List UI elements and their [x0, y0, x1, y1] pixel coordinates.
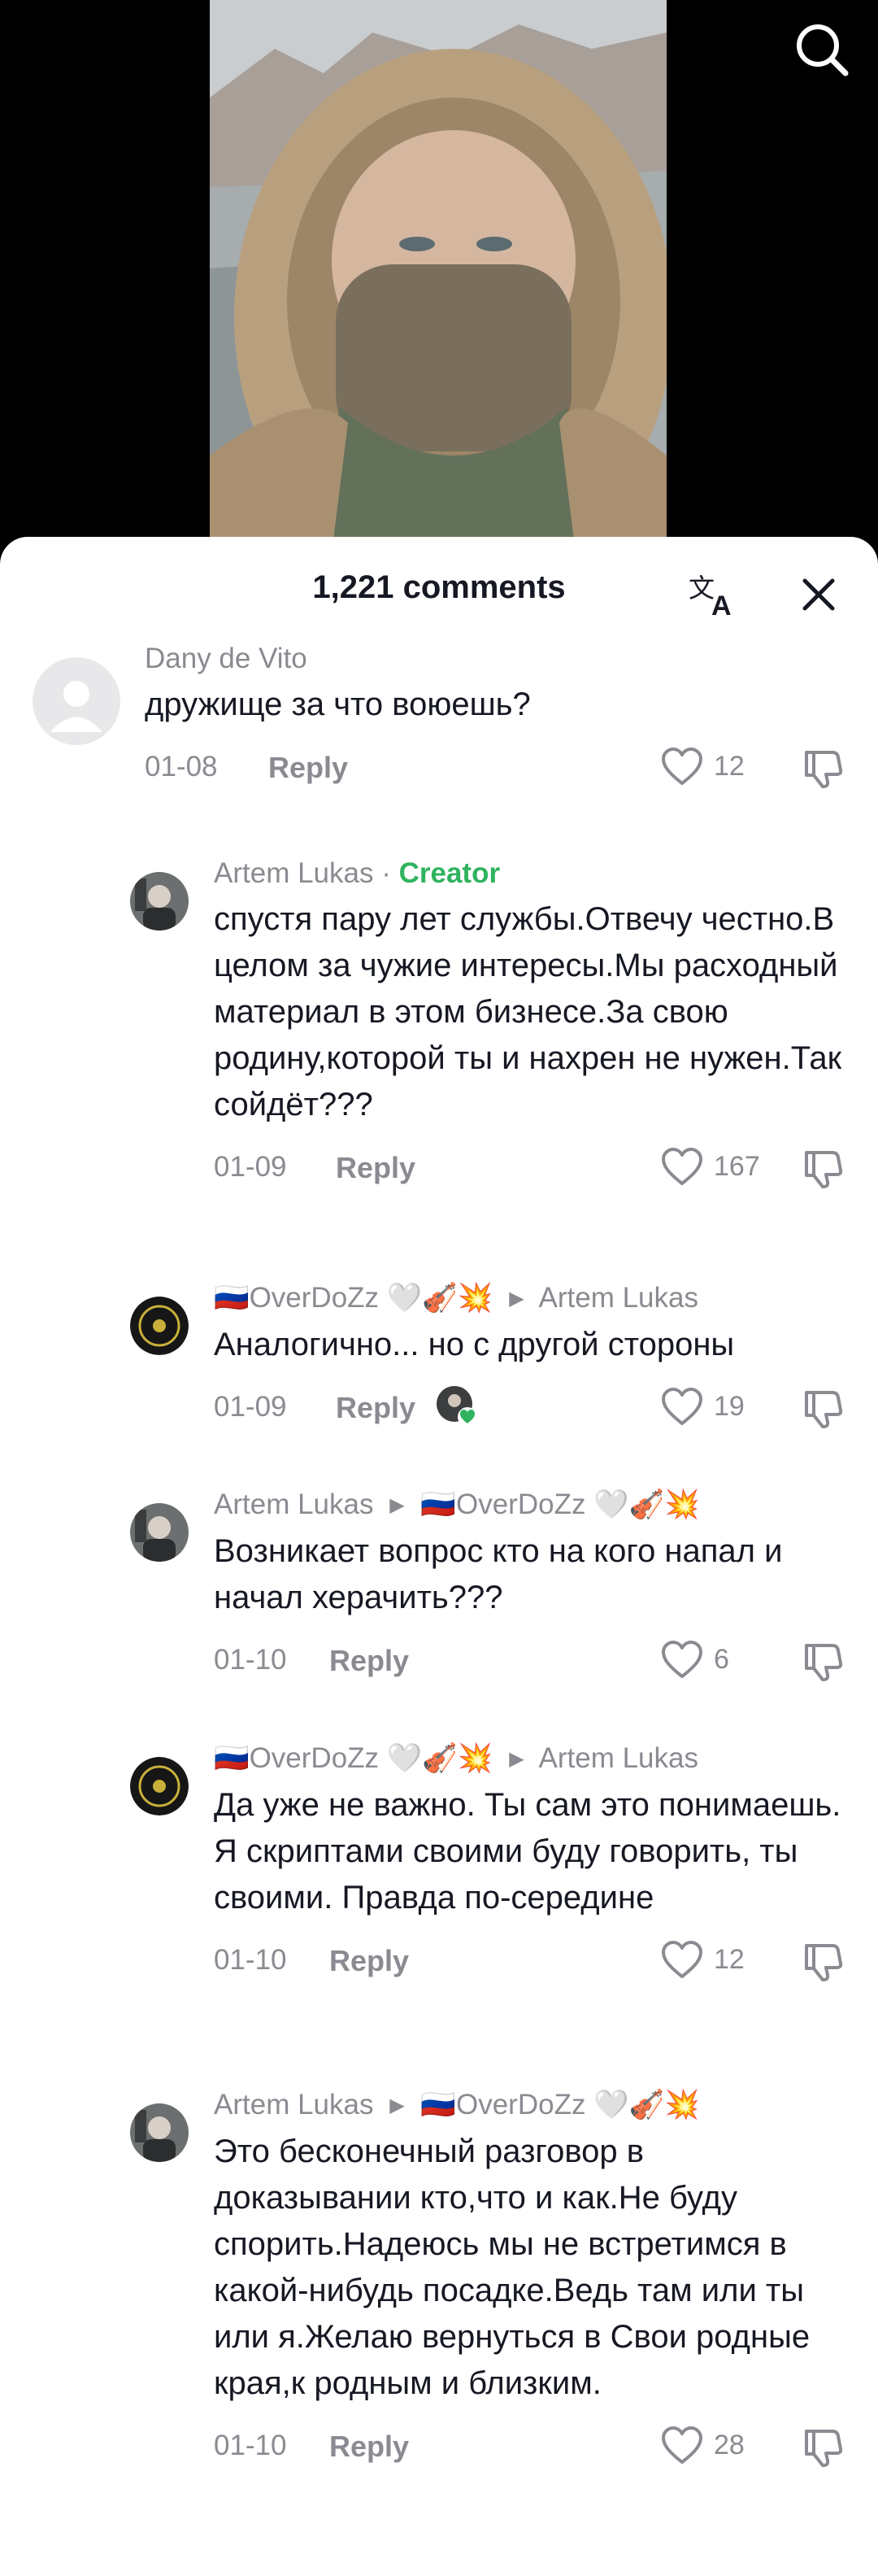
comment-text: дружище за что воюешь? [145, 686, 531, 722]
creator-badge: Creator [398, 857, 501, 889]
comment-header: Dany de Vito [145, 641, 845, 677]
comment-actions: 01-08 Reply 12 [145, 743, 845, 791]
user-photo-avatar [130, 1503, 189, 1562]
comment-text: Аналогично... но с другой стороны [214, 1327, 735, 1362]
comment-header: Artem Lukas ▶ 🇷🇺OverDoZz 🤍🎻💥 [214, 2087, 845, 2124]
comment-date: 01-08 [145, 751, 218, 782]
avatar[interactable] [130, 872, 189, 931]
default-avatar-icon [33, 657, 120, 745]
close-button[interactable] [797, 573, 841, 617]
comment-body: 🇷🇺OverDoZz 🤍🎻💥 ▶ Artem Lukas Аналогично.… [214, 1280, 845, 1432]
search-icon [797, 24, 849, 76]
thumbs-down-icon[interactable] [802, 1639, 845, 1683]
user-photo-avatar [130, 872, 189, 931]
like-count: 6 [714, 1644, 729, 1675]
comment-text: спустя пару лет службы.Отвечу честно.В ц… [214, 901, 842, 1122]
comment-header: 🇷🇺OverDoZz 🤍🎻💥 ▶ Artem Lukas [214, 1280, 845, 1317]
comments-sheet: 1,221 comments 文 A Dany de Vito дружище … [0, 537, 878, 2576]
heart-outline-icon[interactable] [660, 1639, 704, 1680]
comment-header: 🇷🇺OverDoZz 🤍🎻💥 ▶ Artem Lukas [214, 1741, 845, 1777]
comment-text: Это бесконечный разговор в доказывании к… [214, 2134, 811, 2401]
comment-date: 01-09 [214, 1391, 287, 1423]
reply-to-author[interactable]: Artem Lukas [539, 1282, 698, 1314]
like-count: 19 [714, 1391, 745, 1422]
heart-outline-icon[interactable] [660, 1939, 704, 1980]
thumbs-down-icon[interactable] [802, 2425, 845, 2469]
like-count: 28 [714, 2430, 745, 2460]
emblem-avatar [130, 1757, 189, 1815]
comment-author[interactable]: Artem Lukas [214, 1489, 373, 1520]
emblem-avatar [130, 1297, 189, 1355]
comment-body: Artem Lukas ▶ 🇷🇺OverDoZz 🤍🎻💥 Это бесконе… [214, 2087, 845, 2470]
comment-header: Artem Lukas · Creator [214, 856, 845, 891]
avatar[interactable] [33, 657, 120, 745]
reply-button[interactable]: Reply [329, 2430, 409, 2464]
reply-to-author[interactable]: 🇷🇺OverDoZz 🤍🎻💥 [420, 1489, 700, 1520]
reply-button[interactable]: Reply [329, 1644, 409, 1678]
video-frame[interactable] [210, 0, 667, 553]
thumbs-down-icon[interactable] [802, 1939, 845, 1983]
reply-button[interactable]: Reply [336, 1151, 415, 1185]
heart-outline-icon[interactable] [660, 1146, 704, 1187]
comment-body: Dany de Vito дружище за что воюешь? 01-0… [145, 641, 845, 791]
comments-count-title: 1,221 comments [312, 569, 566, 605]
avatar[interactable] [130, 1757, 189, 1815]
thumbs-down-icon[interactable] [802, 1386, 845, 1430]
comment-text: Возникает вопрос кто на кого напал и нач… [214, 1533, 783, 1615]
comments-header: 1,221 comments 文 A [0, 537, 878, 634]
like-count: 167 [714, 1151, 760, 1182]
avatar[interactable] [130, 1503, 189, 1562]
comment-author[interactable]: Artem Lukas [214, 857, 373, 889]
heart-outline-icon[interactable] [660, 2425, 704, 2465]
creator-liked-avatar [437, 1386, 477, 1427]
comment-date: 01-09 [214, 1151, 287, 1183]
comment-body: Artem Lukas ▶ 🇷🇺OverDoZz 🤍🎻💥 Возникает в… [214, 1487, 845, 1685]
reply-arrow-icon: ▶ [509, 1288, 524, 1310]
search-button[interactable] [789, 16, 854, 81]
reply-to-author[interactable]: 🇷🇺OverDoZz 🤍🎻💥 [420, 2089, 700, 2121]
heart-outline-icon[interactable] [660, 1386, 704, 1427]
comment-actions: 01-10 Reply 28 [214, 2421, 845, 2470]
reply-button[interactable]: Reply [336, 1391, 415, 1425]
reply-to-author[interactable]: Artem Lukas [539, 1742, 698, 1774]
reply-arrow-icon: ▶ [509, 1748, 524, 1770]
comment-author[interactable]: 🇷🇺OverDoZz 🤍🎻💥 [214, 1282, 493, 1314]
reply-button[interactable]: Reply [329, 1944, 409, 1978]
comment-author[interactable]: 🇷🇺OverDoZz 🤍🎻💥 [214, 1742, 493, 1774]
thumbs-down-icon[interactable] [802, 1146, 845, 1190]
avatar[interactable] [130, 1297, 189, 1355]
reply-arrow-icon: ▶ [389, 1494, 405, 1516]
reply-arrow-icon: ▶ [389, 2094, 405, 2116]
comment-actions: 01-10 Reply 6 [214, 1636, 845, 1685]
comment-date: 01-10 [214, 2430, 287, 2461]
like-count: 12 [714, 751, 745, 782]
comment-body: Artem Lukas · Creator спустя пару лет сл… [214, 856, 845, 1192]
reply-button[interactable]: Reply [268, 751, 348, 785]
svg-text:A: A [711, 591, 732, 618]
user-photo-avatar [130, 2103, 189, 2162]
comment-actions: 01-10 Reply 12 [214, 1936, 845, 1985]
comment-header: Artem Lukas ▶ 🇷🇺OverDoZz 🤍🎻💥 [214, 1487, 845, 1523]
video-player[interactable] [0, 0, 878, 569]
comment-date: 01-10 [214, 1644, 287, 1676]
like-count: 12 [714, 1944, 745, 1975]
translate-button[interactable]: 文 A [687, 569, 744, 621]
badge-separator: · [381, 857, 391, 889]
comment-body: 🇷🇺OverDoZz 🤍🎻💥 ▶ Artem Lukas Да уже не в… [214, 1741, 845, 1985]
comment-actions: 01-09 Reply 19 [214, 1383, 845, 1432]
translate-icon: 文 A [689, 573, 732, 621]
comment-author[interactable]: Artem Lukas [214, 2089, 373, 2121]
avatar[interactable] [130, 2103, 189, 2162]
comment-author[interactable]: Dany de Vito [145, 643, 307, 674]
comment-date: 01-10 [214, 1944, 287, 1976]
comment-text: Да уже не важно. Ты сам это понимаешь. Я… [214, 1787, 841, 1916]
thumbs-down-icon[interactable] [802, 746, 845, 790]
comment-actions: 01-09 Reply 167 [214, 1143, 845, 1192]
close-icon [802, 578, 835, 611]
heart-outline-icon[interactable] [660, 746, 704, 787]
